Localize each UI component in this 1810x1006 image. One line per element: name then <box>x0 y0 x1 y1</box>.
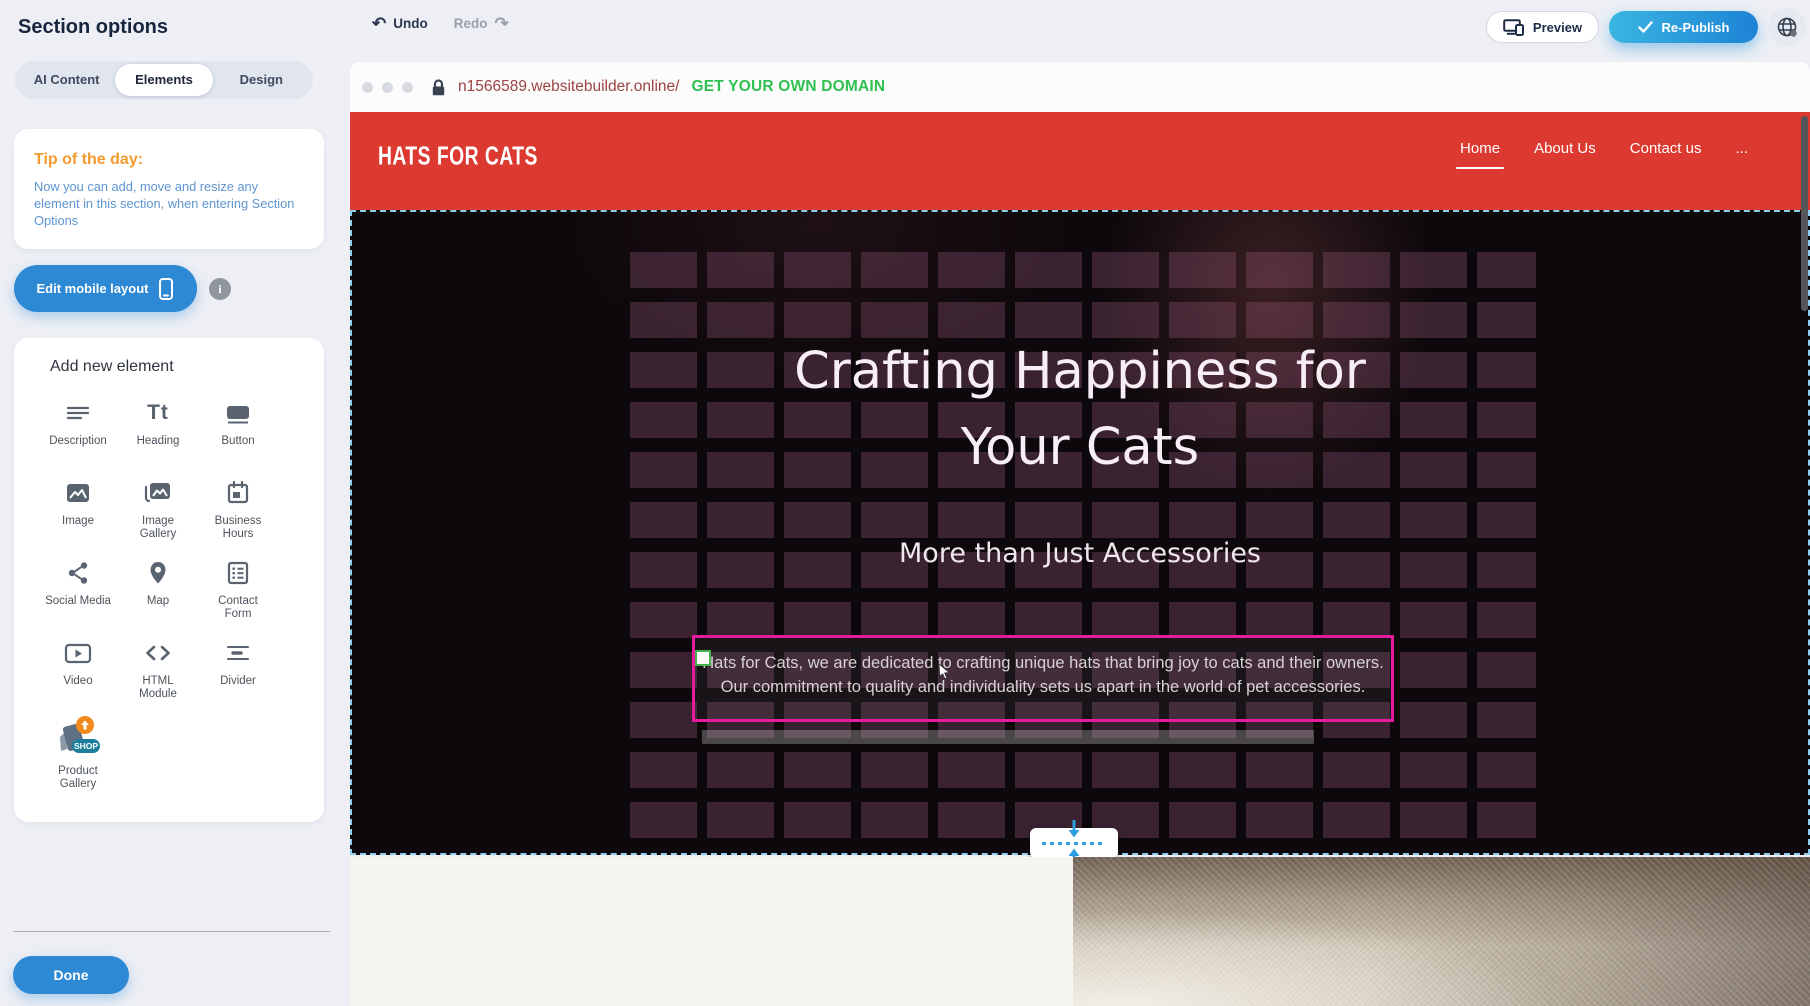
hero-body-line2: Our commitment to quality and individual… <box>695 675 1391 699</box>
hero-section[interactable]: Crafting Happiness for Your Cats More th… <box>350 210 1810 855</box>
add-element-title: Add new element <box>50 358 174 376</box>
heading-icon: Tt <box>147 396 169 430</box>
business-hours-icon <box>224 476 252 510</box>
redo-button[interactable]: Redo ↷ <box>454 15 509 32</box>
page-title: Section options <box>18 16 168 39</box>
site-logo[interactable]: HATS FOR CATS <box>378 142 538 172</box>
undo-button[interactable]: ↶ Undo <box>372 15 428 32</box>
hero-subheading[interactable]: More than Just Accessories <box>352 538 1808 569</box>
map-pin-icon <box>144 556 172 590</box>
devices-icon <box>1503 19 1525 36</box>
nav-about-us[interactable]: About Us <box>1534 140 1596 169</box>
element-button[interactable]: Button <box>198 396 278 461</box>
hero-body-line1: Hats for Cats, we are dedicated to craft… <box>695 651 1391 675</box>
preview-button[interactable]: Preview <box>1486 11 1599 43</box>
description-icon <box>64 396 92 430</box>
svg-text:SHOP: SHOP <box>74 741 98 751</box>
element-anchor-handle[interactable] <box>695 650 711 666</box>
phone-icon <box>158 277 174 301</box>
element-ghost-bar <box>702 730 1314 744</box>
tab-elements[interactable]: Elements <box>115 64 212 96</box>
image-icon <box>64 476 92 510</box>
lock-icon <box>431 78 446 97</box>
app-root: Section options AI Content Elements Desi… <box>0 0 1810 1006</box>
element-image-gallery[interactable]: Image Gallery <box>118 476 198 541</box>
section-resize-handle[interactable] <box>1030 828 1118 858</box>
element-map[interactable]: Map <box>118 556 198 621</box>
nav-more-ellipsis[interactable]: ... <box>1735 140 1748 169</box>
element-social-media[interactable]: Social Media <box>38 556 118 621</box>
browser-address-bar[interactable]: n1566589.websitebuilder.online/ GET YOUR… <box>350 62 1810 112</box>
selected-text-element[interactable]: Hats for Cats, we are dedicated to craft… <box>692 635 1394 722</box>
element-divider[interactable]: Divider <box>198 636 278 701</box>
edit-mobile-label: Edit mobile layout <box>37 281 149 296</box>
tab-design[interactable]: Design <box>213 64 310 96</box>
contact-form-icon <box>224 556 252 590</box>
site-url[interactable]: n1566589.websitebuilder.online/ <box>458 78 679 96</box>
info-icon[interactable]: i <box>209 278 231 300</box>
tip-title: Tip of the day: <box>34 151 304 169</box>
language-globe-button[interactable] <box>1768 8 1806 46</box>
undo-icon: ↶ <box>372 15 386 32</box>
social-media-icon <box>64 556 92 590</box>
tip-body: Now you can add, move and resize any ele… <box>34 178 304 229</box>
element-grid: Description Tt Heading Button Image <box>38 396 278 781</box>
republish-button[interactable]: Re-Publish <box>1609 11 1758 43</box>
nav-contact-us[interactable]: Contact us <box>1630 140 1702 169</box>
element-image[interactable]: Image <box>38 476 118 541</box>
add-element-panel: Add new element Description Tt Heading B… <box>14 338 324 822</box>
history-controls: ↶ Undo Redo ↷ <box>372 15 509 32</box>
scrollbar-thumb[interactable] <box>1801 116 1808 311</box>
element-html-module[interactable]: HTML Module <box>118 636 198 701</box>
site-header: HATS FOR CATS Home About Us Contact us .… <box>350 112 1810 210</box>
globe-icon <box>1776 16 1798 38</box>
mouse-cursor <box>938 664 953 680</box>
element-video[interactable]: Video <box>38 636 118 701</box>
html-code-icon <box>143 636 173 670</box>
nav-home[interactable]: Home <box>1460 140 1500 169</box>
site-nav: Home About Us Contact us ... <box>1460 140 1748 169</box>
image-gallery-icon <box>143 476 173 510</box>
element-contact-form[interactable]: Contact Form <box>198 556 278 621</box>
get-domain-link[interactable]: GET YOUR OWN DOMAIN <box>691 78 885 96</box>
edit-mobile-layout-button[interactable]: Edit mobile layout <box>14 265 197 312</box>
done-button[interactable]: Done <box>13 956 129 994</box>
tab-ai-content[interactable]: AI Content <box>18 64 115 96</box>
check-icon <box>1638 21 1653 33</box>
element-business-hours[interactable]: Business Hours <box>198 476 278 541</box>
button-icon <box>224 396 252 430</box>
panel-tabs: AI Content Elements Design <box>15 61 313 99</box>
window-dots <box>362 82 413 93</box>
pavement-photo <box>1073 857 1810 1006</box>
hero-heading[interactable]: Crafting Happiness for Your Cats <box>352 334 1808 486</box>
product-gallery-icon: SHOP <box>52 716 104 760</box>
redo-icon: ↷ <box>495 15 509 32</box>
video-icon <box>63 636 93 670</box>
next-section-area[interactable] <box>350 857 1810 1006</box>
divider-icon <box>224 636 252 670</box>
element-product-gallery[interactable]: SHOP Product Gallery <box>38 716 118 781</box>
element-heading[interactable]: Tt Heading <box>118 396 198 461</box>
sidebar-divider <box>13 931 330 932</box>
tip-of-the-day-card: Tip of the day: Now you can add, move an… <box>14 129 324 249</box>
element-description[interactable]: Description <box>38 396 118 461</box>
